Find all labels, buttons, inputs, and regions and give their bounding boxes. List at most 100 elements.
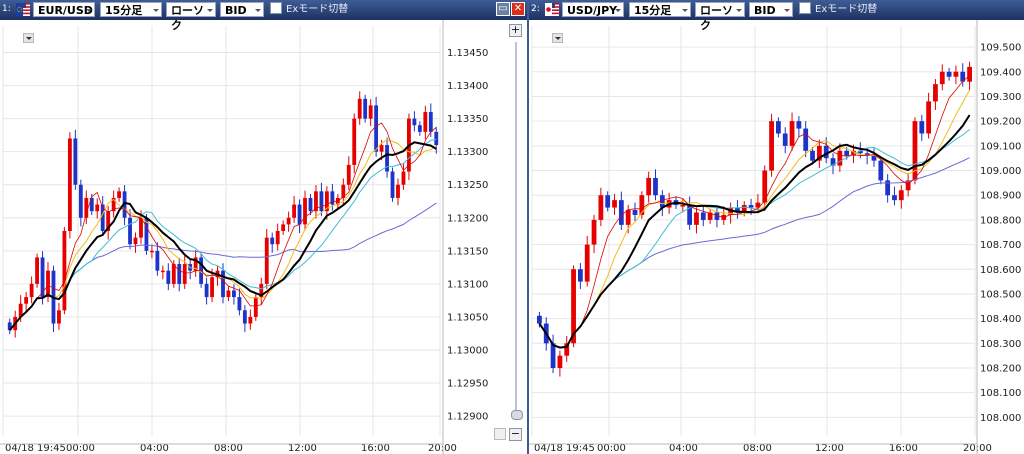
chart-type-select[interactable]: ローソク (166, 2, 216, 32)
y-tick-label: 108.600 (980, 265, 1021, 276)
y-tick-label: 108.500 (980, 289, 1021, 300)
candle-body (892, 195, 897, 201)
close-button[interactable]: ✕ (511, 2, 525, 16)
candle-body (748, 205, 754, 208)
y-tick-label: 109.300 (980, 92, 1021, 103)
candle-body (62, 231, 67, 311)
candle-body (242, 310, 247, 324)
candle-body (357, 98, 362, 119)
x-tick-label: 16:00 (361, 443, 390, 454)
candle-body (632, 210, 638, 215)
currency-pair-select[interactable]: EUR/USD (33, 2, 95, 17)
candle-body (926, 101, 932, 134)
candle-body (557, 355, 563, 368)
currency-pair-select[interactable]: USD/JPY (562, 2, 624, 17)
panel-index: 1: (2, 4, 11, 14)
y-tick-label: 108.200 (980, 363, 1021, 374)
zoom-in-button[interactable]: + (509, 24, 522, 37)
candle-body (117, 191, 122, 198)
candle-body (396, 184, 400, 198)
candle-body (232, 290, 236, 298)
x-tick-label: 00:00 (597, 443, 626, 454)
timeframe-select[interactable]: 15分足 (629, 2, 691, 17)
ex-mode-checkbox[interactable] (270, 2, 282, 14)
candle-body (177, 264, 182, 284)
x-tick-label: 12:00 (288, 443, 317, 454)
candle-body (253, 297, 258, 317)
y-tick-label: 1.13100 (447, 279, 488, 290)
minimize-icon: ▭ (498, 3, 508, 14)
candle-body (769, 121, 774, 171)
candle-body (953, 71, 959, 77)
zoom-control: + − (494, 24, 523, 442)
candle-body (782, 133, 788, 146)
scroll-down-button[interactable] (494, 428, 506, 440)
y-tick-label: 1.13150 (447, 246, 488, 257)
y-tick-label: 109.200 (980, 117, 1021, 128)
candle-body (221, 270, 225, 298)
price-type-label: BID (225, 4, 247, 17)
ex-mode-toggle[interactable]: Exモード切替 (270, 2, 348, 17)
candle-body (612, 200, 617, 208)
candle-body (605, 195, 611, 208)
jp-us-flag-icon (545, 3, 559, 16)
candle-body (810, 150, 815, 161)
candle-body (368, 105, 373, 119)
zoom-track (515, 42, 517, 418)
timeframe-label: 15分足 (105, 4, 143, 17)
candle-body (939, 71, 945, 85)
timeframe-label: 15分足 (634, 4, 672, 17)
candle-body (237, 297, 242, 311)
x-tick-label: 12:00 (815, 443, 844, 454)
x-tick-label: 08:00 (214, 443, 243, 454)
currency-pair-label: USD/JPY (567, 4, 618, 17)
zoom-out-button[interactable]: − (509, 428, 522, 441)
x-tick-label: 04:00 (669, 443, 698, 454)
y-tick-label: 1.13450 (447, 48, 488, 59)
candle-body (182, 264, 187, 284)
candle-body (73, 138, 78, 185)
candle-body (46, 270, 50, 298)
x-tick-label: 04/18 19:45 (534, 443, 595, 454)
price-type-select[interactable]: BID (749, 2, 793, 17)
candle-body (537, 315, 542, 324)
candle-body (946, 71, 952, 77)
y-tick-label: 1.13350 (447, 114, 488, 125)
zoom-slider-handle[interactable] (511, 410, 523, 420)
eu-us-flag-icon (16, 3, 30, 16)
y-tick-label: 108.400 (980, 314, 1021, 325)
candle-body (584, 244, 590, 282)
candle-body (390, 171, 395, 198)
candle-body (133, 237, 138, 245)
minimize-button[interactable]: ▭ (496, 2, 510, 16)
ex-mode-toggle[interactable]: Exモード切替 (799, 2, 877, 17)
candle-body (776, 121, 781, 134)
y-tick-label: 1.12950 (447, 379, 488, 390)
candle-body (659, 195, 665, 208)
y-tick-label: 1.12900 (447, 412, 488, 423)
ex-mode-label: Exモード切替 (815, 4, 878, 15)
candle-body (434, 131, 439, 146)
y-tick-label: 109.500 (980, 43, 1021, 54)
indicator-dropdown-button[interactable] (552, 33, 563, 43)
candle-body (286, 217, 291, 225)
ex-mode-checkbox[interactable] (799, 2, 811, 14)
candle-body (625, 210, 631, 225)
timeframe-select[interactable]: 15分足 (100, 2, 162, 17)
indicator-dropdown-button[interactable] (23, 33, 34, 43)
candle-body (95, 204, 100, 212)
price-type-label: BID (754, 4, 776, 17)
y-tick-label: 108.700 (980, 240, 1021, 251)
y-tick-label: 108.000 (980, 413, 1021, 424)
y-tick-label: 108.800 (980, 215, 1021, 226)
candle-body (226, 290, 231, 298)
candle-body (248, 316, 253, 324)
chart-type-select[interactable]: ローソク (695, 2, 745, 32)
plus-icon: + (510, 23, 521, 36)
price-type-select[interactable]: BID (220, 2, 264, 17)
candle-body (128, 217, 132, 245)
candle-body (591, 219, 597, 245)
candle-body (374, 105, 379, 152)
chart-panel-eurusd: 1: EUR/USD 15分足 ローソク BID Exモード切替 ▭ ✕ 1.1… (0, 0, 527, 454)
x-tick-label: 20:00 (428, 443, 457, 454)
